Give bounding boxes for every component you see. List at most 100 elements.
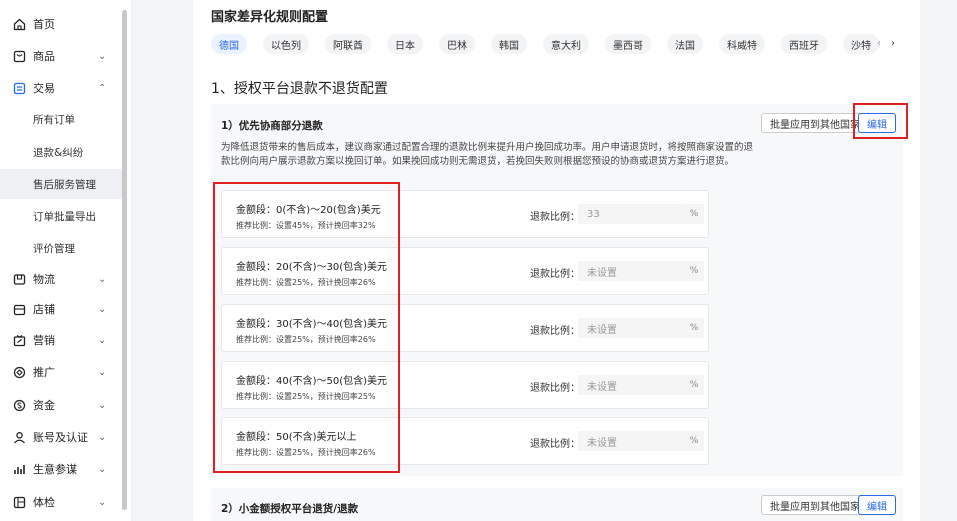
sidebar-subitem-reviews[interactable]: 评价管理 [0, 233, 122, 263]
sidebar-item-label: 营销 [33, 334, 55, 347]
logistics-icon [12, 272, 26, 286]
recommend-text: 推荐比例：设置25%，预计挽回率26% [236, 278, 376, 287]
tab-country[interactable]: 科威特 [719, 34, 765, 54]
sidebar-item-label: 首页 [33, 18, 55, 31]
sidebar-item-home[interactable]: 首页 [0, 9, 122, 39]
card-description: 为降低退货带来的售后成本，建议商家通过配置合理的退款比例来提升用户挽回成功率。用… [221, 142, 754, 167]
chevron-up-icon: ⌃ [98, 82, 107, 94]
chevron-down-icon: ⌄ [98, 303, 107, 315]
percent-unit: % [684, 261, 704, 281]
recommend-text: 推荐比例：设置25%，预计挽回率26% [236, 448, 376, 457]
sidebar-item-label: 生意参谋 [33, 463, 77, 476]
card-heading: 2）小金额授权平台退货/退款 [221, 503, 359, 515]
shop-icon [12, 302, 26, 316]
sidebar-item-label: 店铺 [33, 303, 55, 316]
tab-country[interactable]: 意大利 [543, 34, 589, 54]
amount-tier-row: 金额段：30(不含)～40(包含)美元 推荐比例：设置25%，预计挽回率26% … [221, 304, 709, 352]
amount-tier-row: 金额段：20(不含)～30(包含)美元 推荐比例：设置25%，预计挽回率26% … [221, 247, 709, 295]
amount-tier-row: 金额段：0(不含)～20(包含)美元 推荐比例：设置45%，预计挽回率32% 退… [221, 190, 709, 238]
sidebar-item-shop[interactable]: 店铺 ⌄ [0, 294, 122, 324]
tab-country[interactable]: 德国 [211, 34, 247, 54]
trade-icon [12, 81, 26, 95]
amount-tier-row: 金额段：40(不含)～50(包含)美元 推荐比例：设置25%，预计挽回率25% … [221, 361, 709, 409]
edit-button[interactable]: 编辑 [858, 113, 896, 133]
refund-ratio-input[interactable]: 未设置 [578, 261, 685, 281]
edit-button[interactable]: 编辑 [858, 495, 896, 515]
sidebar: 首页 商品 ⌄ 交易 ⌃ 所有订单 退款&纠纷 售后服务管理 订单批量导出 评价… [0, 0, 132, 521]
small-amount-card: 2）小金额授权平台退货/退款 批量应用到其他国家 编辑 [211, 488, 903, 521]
tab-country[interactable]: 日本 [387, 34, 423, 54]
amount-range: 金额段：30(不含)～40(包含)美元 [236, 319, 388, 330]
refund-ratio-label: 退款比例： [530, 212, 580, 223]
tab-country[interactable]: 西班牙 [781, 34, 827, 54]
percent-unit: % [684, 204, 704, 224]
amount-range: 金额段：40(不含)～50(包含)美元 [236, 376, 388, 387]
sidebar-subitem-refund-dispute[interactable]: 退款&纠纷 [0, 137, 122, 167]
funds-icon [12, 398, 26, 412]
sidebar-item-checkup[interactable]: 体检 ⌄ [0, 487, 122, 517]
tab-country[interactable]: 墨西哥 [605, 34, 651, 54]
checkup-icon [12, 495, 26, 509]
sidebar-item-logistics[interactable]: 物流 ⌄ [0, 264, 122, 294]
batch-apply-button[interactable]: 批量应用到其他国家 [761, 113, 869, 133]
chevron-down-icon: ⌄ [98, 334, 107, 346]
sidebar-item-label: 资金 [33, 399, 55, 412]
refund-ratio-label: 退款比例： [530, 269, 580, 280]
refund-ratio-input[interactable]: 未设置 [578, 375, 685, 395]
tab-country[interactable]: 巴林 [439, 34, 475, 54]
refund-ratio-label: 退款比例： [530, 439, 580, 450]
sidebar-item-promotion[interactable]: 推广 ⌄ [0, 357, 122, 387]
page-title: 国家差异化规则配置 [211, 10, 329, 25]
chevron-right-icon[interactable]: › [891, 38, 895, 49]
chevron-down-icon: ⌄ [98, 431, 107, 443]
chevron-down-icon: ⌄ [98, 463, 107, 475]
card-heading: 1）优先协商部分退款 [221, 120, 323, 132]
sidebar-subitem-all-orders[interactable]: 所有订单 [0, 104, 122, 134]
chevron-down-icon: ⌄ [98, 273, 107, 285]
chevron-down-icon: ⌄ [98, 366, 107, 378]
account-icon [12, 430, 26, 444]
sidebar-item-goods[interactable]: 商品 ⌄ [0, 41, 122, 71]
tab-country[interactable]: 韩国 [491, 34, 527, 54]
sidebar-item-analytics[interactable]: 生意参谋 ⌄ [0, 454, 122, 484]
marketing-icon [12, 333, 26, 347]
sidebar-item-label: 物流 [33, 273, 55, 286]
amount-range: 金额段：0(不含)～20(包含)美元 [236, 205, 381, 216]
sidebar-subitem-order-export[interactable]: 订单批量导出 [0, 201, 122, 231]
refund-ratio-input[interactable]: 未设置 [578, 431, 685, 451]
sidebar-item-label: 商品 [33, 50, 55, 63]
sidebar-item-account[interactable]: 账号及认证 ⌄ [0, 422, 122, 452]
sidebar-item-label: 账号及认证 [33, 431, 88, 444]
tab-country[interactable]: 以色列 [263, 34, 309, 54]
sidebar-item-funds[interactable]: 资金 ⌄ [0, 390, 122, 420]
chevron-down-icon: ⌄ [98, 50, 107, 62]
recommend-text: 推荐比例：设置45%，预计挽回率32% [236, 221, 376, 230]
tab-country[interactable]: 法国 [667, 34, 703, 54]
tab-country[interactable]: 沙特 [843, 34, 879, 54]
batch-apply-button[interactable]: 批量应用到其他国家 [761, 495, 869, 515]
section-title: 1、授权平台退款不退货配置 [211, 81, 388, 97]
home-icon [12, 17, 26, 31]
main-content: 国家差异化规则配置 德国 以色列 阿联酋 日本 巴林 韩国 意大利 墨西哥 法国… [193, 0, 920, 521]
refund-ratio-input[interactable]: 33 [578, 204, 685, 224]
sidebar-item-label: 推广 [33, 366, 55, 379]
tab-country[interactable]: 阿联酋 [325, 34, 371, 54]
sidebar-item-label: 体检 [33, 496, 55, 509]
recommend-text: 推荐比例：设置25%，预计挽回率26% [236, 335, 376, 344]
chevron-left-icon[interactable]: ‹ [877, 38, 881, 49]
percent-unit: % [684, 375, 704, 395]
refund-ratio-label: 退款比例： [530, 326, 580, 337]
chevron-down-icon: ⌄ [98, 496, 107, 508]
goods-icon [12, 49, 26, 63]
refund-ratio-input[interactable]: 未设置 [578, 318, 685, 338]
sidebar-item-marketing[interactable]: 营销 ⌄ [0, 325, 122, 355]
percent-unit: % [684, 431, 704, 451]
tab-scroll-arrows: ‹ › [877, 38, 895, 49]
sidebar-item-label: 交易 [33, 82, 55, 95]
recommend-text: 推荐比例：设置25%，预计挽回率25% [236, 392, 376, 401]
sidebar-item-trade[interactable]: 交易 ⌃ [0, 73, 122, 103]
sidebar-scrollbar[interactable] [122, 10, 127, 510]
amount-range: 金额段：20(不含)～30(包含)美元 [236, 262, 388, 273]
sidebar-subitem-after-sales[interactable]: 售后服务管理 [0, 169, 122, 199]
refund-negotiation-card: 1）优先协商部分退款 批量应用到其他国家 编辑 为降低退货带来的售后成本，建议商… [211, 104, 903, 476]
